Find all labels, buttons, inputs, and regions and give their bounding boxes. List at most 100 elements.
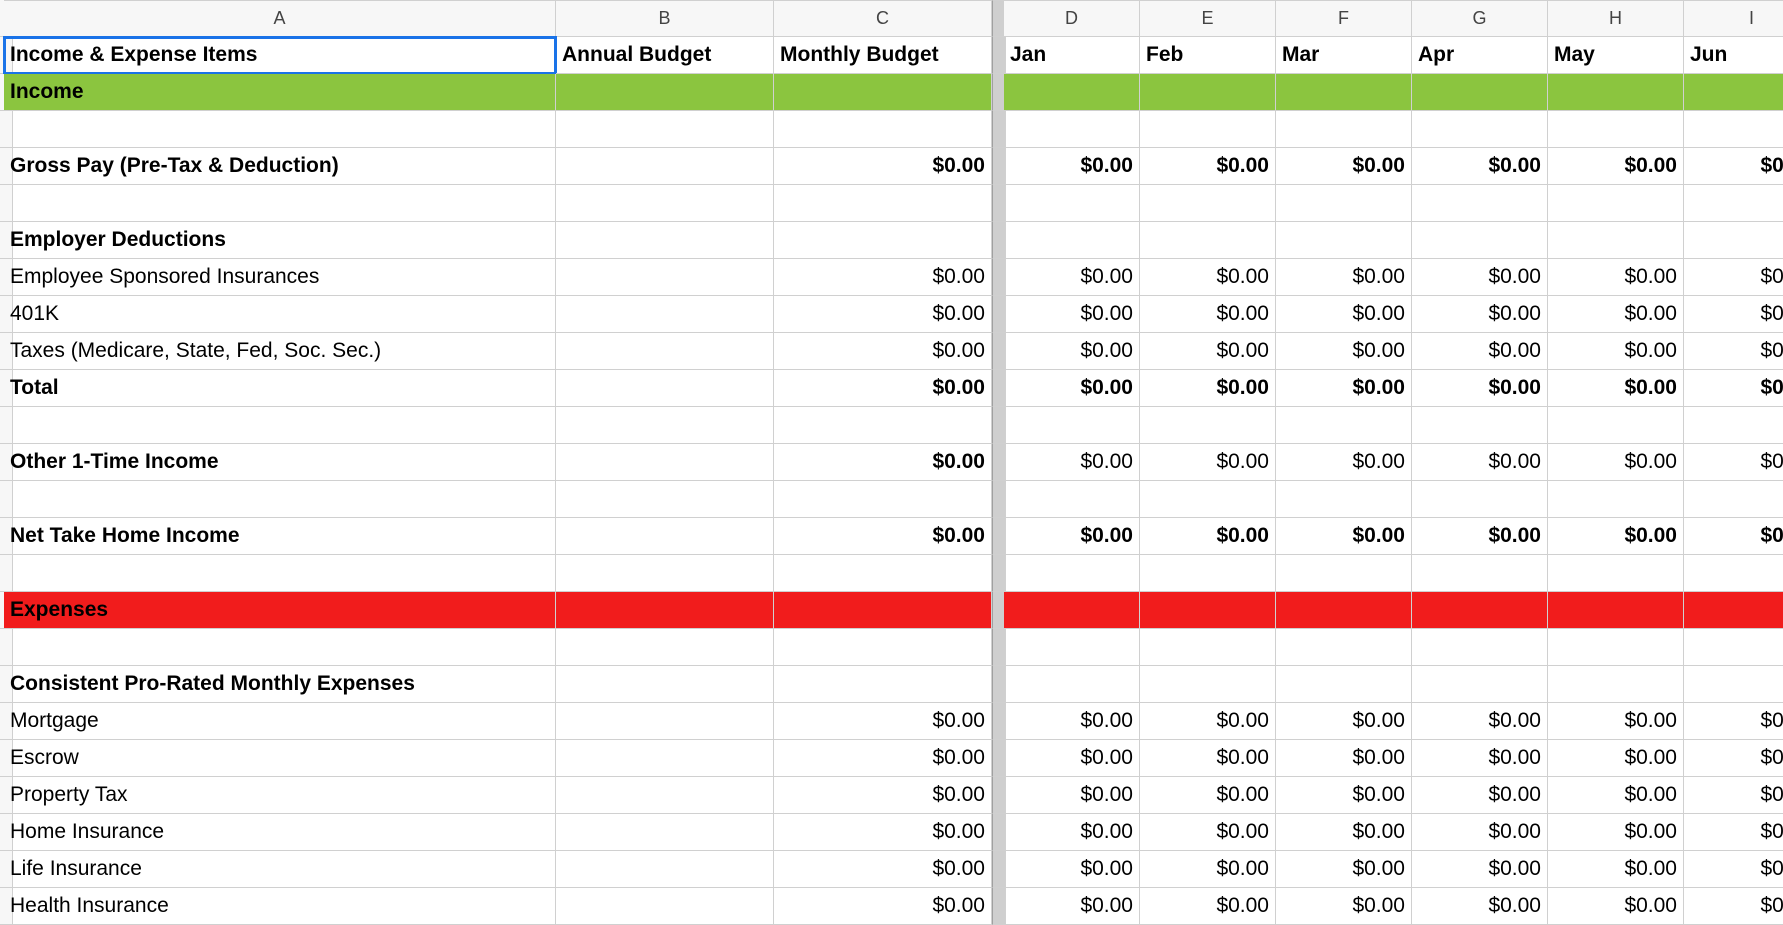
cell-C1[interactable]: Monthly Budget xyxy=(774,37,992,74)
cell-month[interactable]: $0.00 xyxy=(1684,296,1783,333)
cell-B1[interactable]: Annual Budget xyxy=(556,37,774,74)
cell-C[interactable] xyxy=(774,407,992,444)
cell-month[interactable]: $0.00 xyxy=(1548,851,1684,888)
cell-month[interactable] xyxy=(1276,666,1412,703)
cell-B[interactable] xyxy=(556,592,774,629)
cell-B[interactable] xyxy=(556,259,774,296)
cell-month[interactable]: $0.00 xyxy=(1004,888,1140,925)
cell-month[interactable]: $0.00 xyxy=(1140,518,1276,555)
cell-A[interactable]: Consistent Pro-Rated Monthly Expenses xyxy=(4,666,556,703)
cell-month[interactable]: $0.00 xyxy=(1276,444,1412,481)
cell-C[interactable]: $0.00 xyxy=(774,703,992,740)
cell-A[interactable]: Taxes (Medicare, State, Fed, Soc. Sec.) xyxy=(4,333,556,370)
cell-month[interactable]: $0.00 xyxy=(1276,333,1412,370)
cell-month[interactable] xyxy=(1684,481,1783,518)
col-header-D[interactable]: D xyxy=(1004,0,1140,37)
cell-month[interactable] xyxy=(1276,481,1412,518)
cell-month[interactable]: $0.00 xyxy=(1412,888,1548,925)
cell-month[interactable]: $0.00 xyxy=(1548,814,1684,851)
cell-month[interactable] xyxy=(1140,592,1276,629)
cell-month[interactable]: $0.00 xyxy=(1548,518,1684,555)
cell-month[interactable] xyxy=(1684,222,1783,259)
cell-month[interactable]: $0.00 xyxy=(1004,703,1140,740)
cell-month[interactable]: $0.00 xyxy=(1684,888,1783,925)
cell-month[interactable]: $0.00 xyxy=(1140,814,1276,851)
cell-I1[interactable]: Jun xyxy=(1684,37,1783,74)
cell-A[interactable]: Mortgage xyxy=(4,703,556,740)
cell-month[interactable]: $0.00 xyxy=(1412,296,1548,333)
cell-B[interactable] xyxy=(556,814,774,851)
cell-month[interactable] xyxy=(1684,666,1783,703)
cell-month[interactable] xyxy=(1004,555,1140,592)
cell-month[interactable] xyxy=(1412,222,1548,259)
cell-month[interactable]: $0.00 xyxy=(1140,444,1276,481)
cell-month[interactable]: $0.00 xyxy=(1412,259,1548,296)
cell-month[interactable] xyxy=(1548,555,1684,592)
cell-B[interactable] xyxy=(556,407,774,444)
cell-month[interactable]: $0.00 xyxy=(1140,148,1276,185)
cell-month[interactable] xyxy=(1004,629,1140,666)
cell-month[interactable] xyxy=(1004,222,1140,259)
cell-month[interactable] xyxy=(1276,185,1412,222)
cell-month[interactable] xyxy=(1684,555,1783,592)
cell-month[interactable]: $0.00 xyxy=(1276,888,1412,925)
cell-month[interactable]: $0.00 xyxy=(1004,148,1140,185)
cell-month[interactable]: $0.00 xyxy=(1412,444,1548,481)
cell-A[interactable]: Property Tax xyxy=(4,777,556,814)
cell-C[interactable] xyxy=(774,629,992,666)
cell-month[interactable]: $0.00 xyxy=(1004,444,1140,481)
cell-month[interactable] xyxy=(1140,222,1276,259)
cell-month[interactable]: $0.00 xyxy=(1548,888,1684,925)
cell-month[interactable] xyxy=(1548,185,1684,222)
cell-B[interactable] xyxy=(556,777,774,814)
cell-C[interactable] xyxy=(774,74,992,111)
cell-A[interactable] xyxy=(4,407,556,444)
cell-A[interactable] xyxy=(4,111,556,148)
cell-month[interactable] xyxy=(1140,666,1276,703)
cell-month[interactable]: $0.00 xyxy=(1548,740,1684,777)
cell-month[interactable]: $0.00 xyxy=(1412,148,1548,185)
cell-month[interactable]: $0.00 xyxy=(1548,703,1684,740)
cell-H1[interactable]: May xyxy=(1548,37,1684,74)
cell-month[interactable] xyxy=(1276,555,1412,592)
cell-month[interactable]: $0.00 xyxy=(1276,370,1412,407)
cell-B[interactable] xyxy=(556,740,774,777)
cell-A[interactable]: Life Insurance xyxy=(4,851,556,888)
cell-month[interactable] xyxy=(1684,111,1783,148)
cell-month[interactable]: $0.00 xyxy=(1412,740,1548,777)
cell-month[interactable]: $0.00 xyxy=(1140,703,1276,740)
cell-month[interactable]: $0.00 xyxy=(1276,296,1412,333)
cell-month[interactable] xyxy=(1276,629,1412,666)
col-header-B[interactable]: B xyxy=(556,0,774,37)
cell-month[interactable] xyxy=(1412,666,1548,703)
cell-month[interactable]: $0.00 xyxy=(1140,888,1276,925)
cell-B[interactable] xyxy=(556,333,774,370)
cell-C[interactable]: $0.00 xyxy=(774,814,992,851)
cell-month[interactable]: $0.00 xyxy=(1140,851,1276,888)
cell-month[interactable]: $0.00 xyxy=(1004,259,1140,296)
cell-month[interactable]: $0.00 xyxy=(1276,740,1412,777)
cell-month[interactable]: $0.00 xyxy=(1412,370,1548,407)
cell-month[interactable] xyxy=(1140,185,1276,222)
cell-A[interactable]: Income xyxy=(4,74,556,111)
col-header-C[interactable]: C xyxy=(774,0,992,37)
cell-month[interactable]: $0.00 xyxy=(1276,851,1412,888)
cell-month[interactable] xyxy=(1004,407,1140,444)
cell-A[interactable]: Other 1-Time Income xyxy=(4,444,556,481)
cell-month[interactable] xyxy=(1684,185,1783,222)
cell-month[interactable] xyxy=(1412,481,1548,518)
cell-month[interactable]: $0.00 xyxy=(1684,370,1783,407)
cell-month[interactable] xyxy=(1140,407,1276,444)
cell-G1[interactable]: Apr xyxy=(1412,37,1548,74)
cell-month[interactable] xyxy=(1004,666,1140,703)
cell-month[interactable]: $0.00 xyxy=(1684,259,1783,296)
cell-month[interactable]: $0.00 xyxy=(1140,370,1276,407)
cell-B[interactable] xyxy=(556,518,774,555)
cell-A[interactable]: 401K xyxy=(4,296,556,333)
cell-month[interactable]: $0.00 xyxy=(1412,777,1548,814)
cell-month[interactable]: $0.00 xyxy=(1140,333,1276,370)
col-header-E[interactable]: E xyxy=(1140,0,1276,37)
cell-month[interactable]: $0.00 xyxy=(1684,777,1783,814)
cell-month[interactable]: $0.00 xyxy=(1684,703,1783,740)
col-header-A[interactable]: A xyxy=(4,0,556,37)
